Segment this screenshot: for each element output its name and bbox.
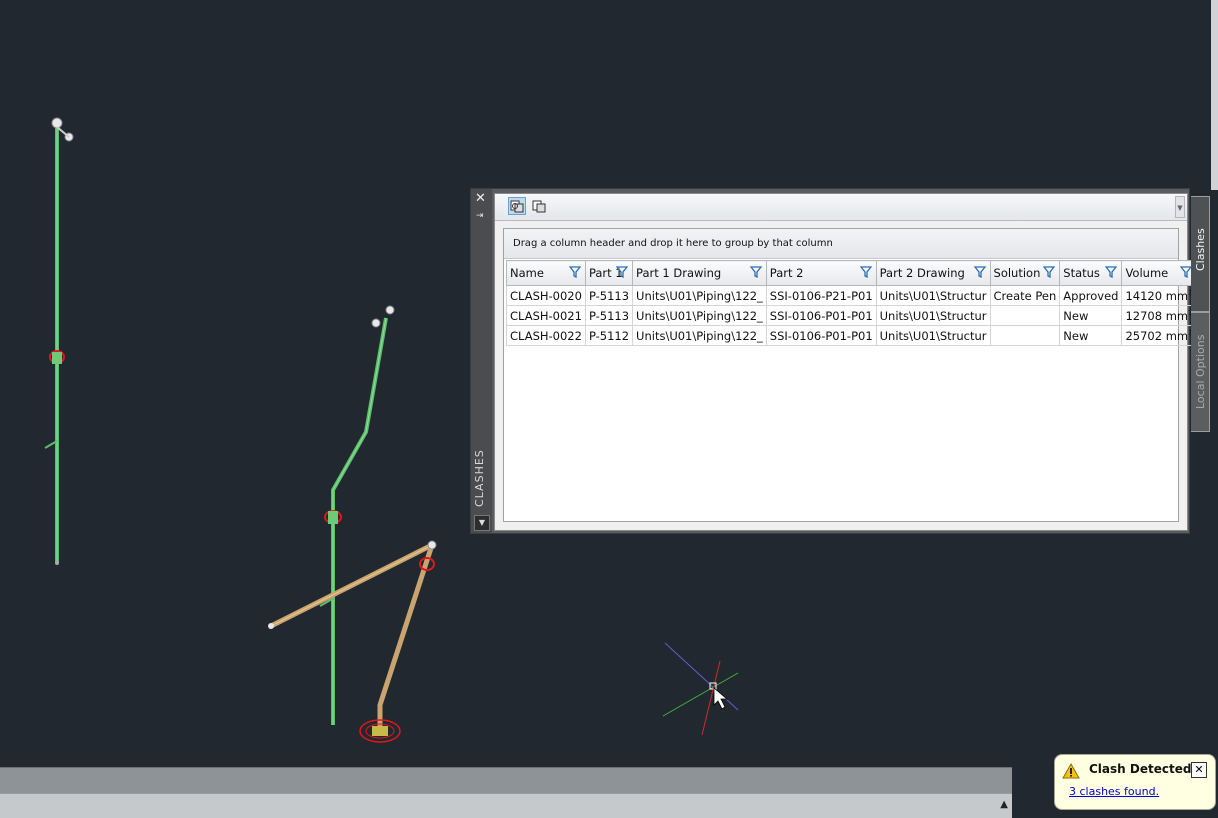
filter-icon[interactable] [615, 266, 629, 281]
cell-status[interactable]: New [1059, 305, 1123, 326]
filter-icon[interactable] [859, 266, 872, 281]
cell-status[interactable]: Approved [1059, 285, 1123, 306]
filter-icon[interactable] [749, 266, 763, 281]
palette-title: CLASHES [473, 449, 486, 507]
palette-content: ▼ Drag a column header and drop it here … [494, 193, 1197, 531]
cell-part1[interactable]: P-5113 [584, 285, 634, 306]
cell-name[interactable]: CLASH-0021 [506, 305, 586, 326]
cell-part2[interactable]: SSI-0106-P01-P01 [765, 305, 877, 326]
cell-volume[interactable]: 14120 mm3 [1121, 285, 1197, 306]
pipe-green-middle[interactable] [319, 305, 395, 725]
command-expand-icon[interactable]: ▲ [1000, 799, 1008, 810]
warning-icon [1062, 762, 1080, 783]
clash-zoom-icon[interactable] [530, 197, 548, 215]
toolbar-overflow-icon[interactable]: ▼ [1175, 196, 1185, 218]
cell-status[interactable]: New [1059, 325, 1123, 346]
cell-name[interactable]: CLASH-0022 [506, 325, 586, 346]
group-by-panel[interactable]: Drag a column header and drop it here to… [504, 229, 1178, 259]
tab-local-options[interactable]: Local Options [1191, 312, 1210, 432]
command-history [0, 767, 1012, 793]
filter-icon[interactable] [1042, 266, 1056, 281]
filter-icon[interactable] [1105, 266, 1118, 281]
cell-volume[interactable]: 25702 mm3 [1121, 325, 1197, 346]
filter-icon[interactable] [568, 266, 582, 281]
column-header-part2-drawing[interactable]: Part 2 Drawing [875, 260, 991, 286]
tab-clashes[interactable]: Clashes [1191, 196, 1210, 312]
column-header-part2[interactable]: Part 2 [765, 260, 877, 286]
notification-title: Clash Detected [1089, 762, 1192, 776]
table-row[interactable]: CLASH-0022 P-5112 Units\U01\Piping\122_ … [506, 325, 1197, 346]
clash-table: Name Part 1 Part 1 Drawing Part 2 Part 2… [506, 260, 1197, 346]
table-row[interactable]: CLASH-0020 P-5113 Units\U01\Piping\122_ … [506, 285, 1197, 306]
filter-icon[interactable] [973, 266, 986, 281]
close-icon[interactable]: ✕ [1191, 762, 1207, 778]
pipe-tan[interactable] [268, 540, 437, 743]
filter-icon[interactable] [1179, 266, 1192, 281]
palette-titlebar[interactable]: ✕ ⇥ CLASHES ▼ [471, 189, 492, 533]
cell-part2[interactable]: SSI-0106-P01-P01 [765, 325, 877, 346]
cell-part2-drawing[interactable]: Units\U01\Structur [875, 305, 991, 326]
clash-notification: Clash Detected ✕ 3 clashes found. [1054, 754, 1216, 810]
column-header-status[interactable]: Status [1059, 260, 1123, 286]
column-header-solution[interactable]: Solution [989, 260, 1061, 286]
pipe-vertical-left[interactable] [44, 117, 74, 565]
palette-toolbar: ▼ [495, 194, 1187, 221]
column-header-part1-drawing[interactable]: Part 1 Drawing [632, 260, 767, 286]
column-header-volume[interactable]: Volume [1121, 260, 1197, 286]
cell-part1-drawing[interactable]: Units\U01\Piping\122_ [632, 305, 767, 326]
column-header-part1[interactable]: Part 1 [584, 260, 634, 286]
clash-view-icon[interactable] [508, 197, 526, 215]
cell-part1[interactable]: P-5112 [584, 325, 634, 346]
cell-part2-drawing[interactable]: Units\U01\Structur [875, 325, 991, 346]
cell-solution[interactable] [989, 305, 1061, 326]
close-icon[interactable]: ✕ [475, 191, 486, 206]
clashes-found-link[interactable]: 3 clashes found. [1069, 785, 1159, 798]
cell-part1[interactable]: P-5113 [584, 305, 634, 326]
command-line[interactable]: ▲ [0, 793, 1012, 818]
cell-solution[interactable] [989, 325, 1061, 346]
table-row[interactable]: CLASH-0021 P-5113 Units\U01\Piping\122_ … [506, 305, 1197, 326]
cell-part1-drawing[interactable]: Units\U01\Piping\122_ [632, 325, 767, 346]
viewport-scrollbar[interactable] [1211, 0, 1218, 190]
cell-part2-drawing[interactable]: Units\U01\Structur [875, 285, 991, 306]
cell-solution[interactable]: Create Pen [989, 285, 1061, 306]
clash-grid: Drag a column header and drop it here to… [503, 228, 1197, 522]
table-header-row: Name Part 1 Part 1 Drawing Part 2 Part 2… [506, 260, 1197, 286]
ucs-icon [662, 642, 739, 736]
cell-part1-drawing[interactable]: Units\U01\Piping\122_ [632, 285, 767, 306]
cursor-icon [713, 687, 729, 710]
column-header-name[interactable]: Name [506, 260, 586, 286]
tab-local-options-label: Local Options [1194, 334, 1207, 409]
menu-icon[interactable]: ▼ [474, 515, 490, 531]
cell-part2[interactable]: SSI-0106-P21-P01 [765, 285, 877, 306]
cell-name[interactable]: CLASH-0020 [506, 285, 586, 306]
pin-icon[interactable]: ⇥ [476, 211, 484, 221]
clashes-palette: ✕ ⇥ CLASHES ▼ ▼ Drag a column header and… [470, 188, 1197, 534]
tab-clashes-label: Clashes [1194, 228, 1207, 271]
cell-volume[interactable]: 12708 mm3 [1121, 305, 1197, 326]
